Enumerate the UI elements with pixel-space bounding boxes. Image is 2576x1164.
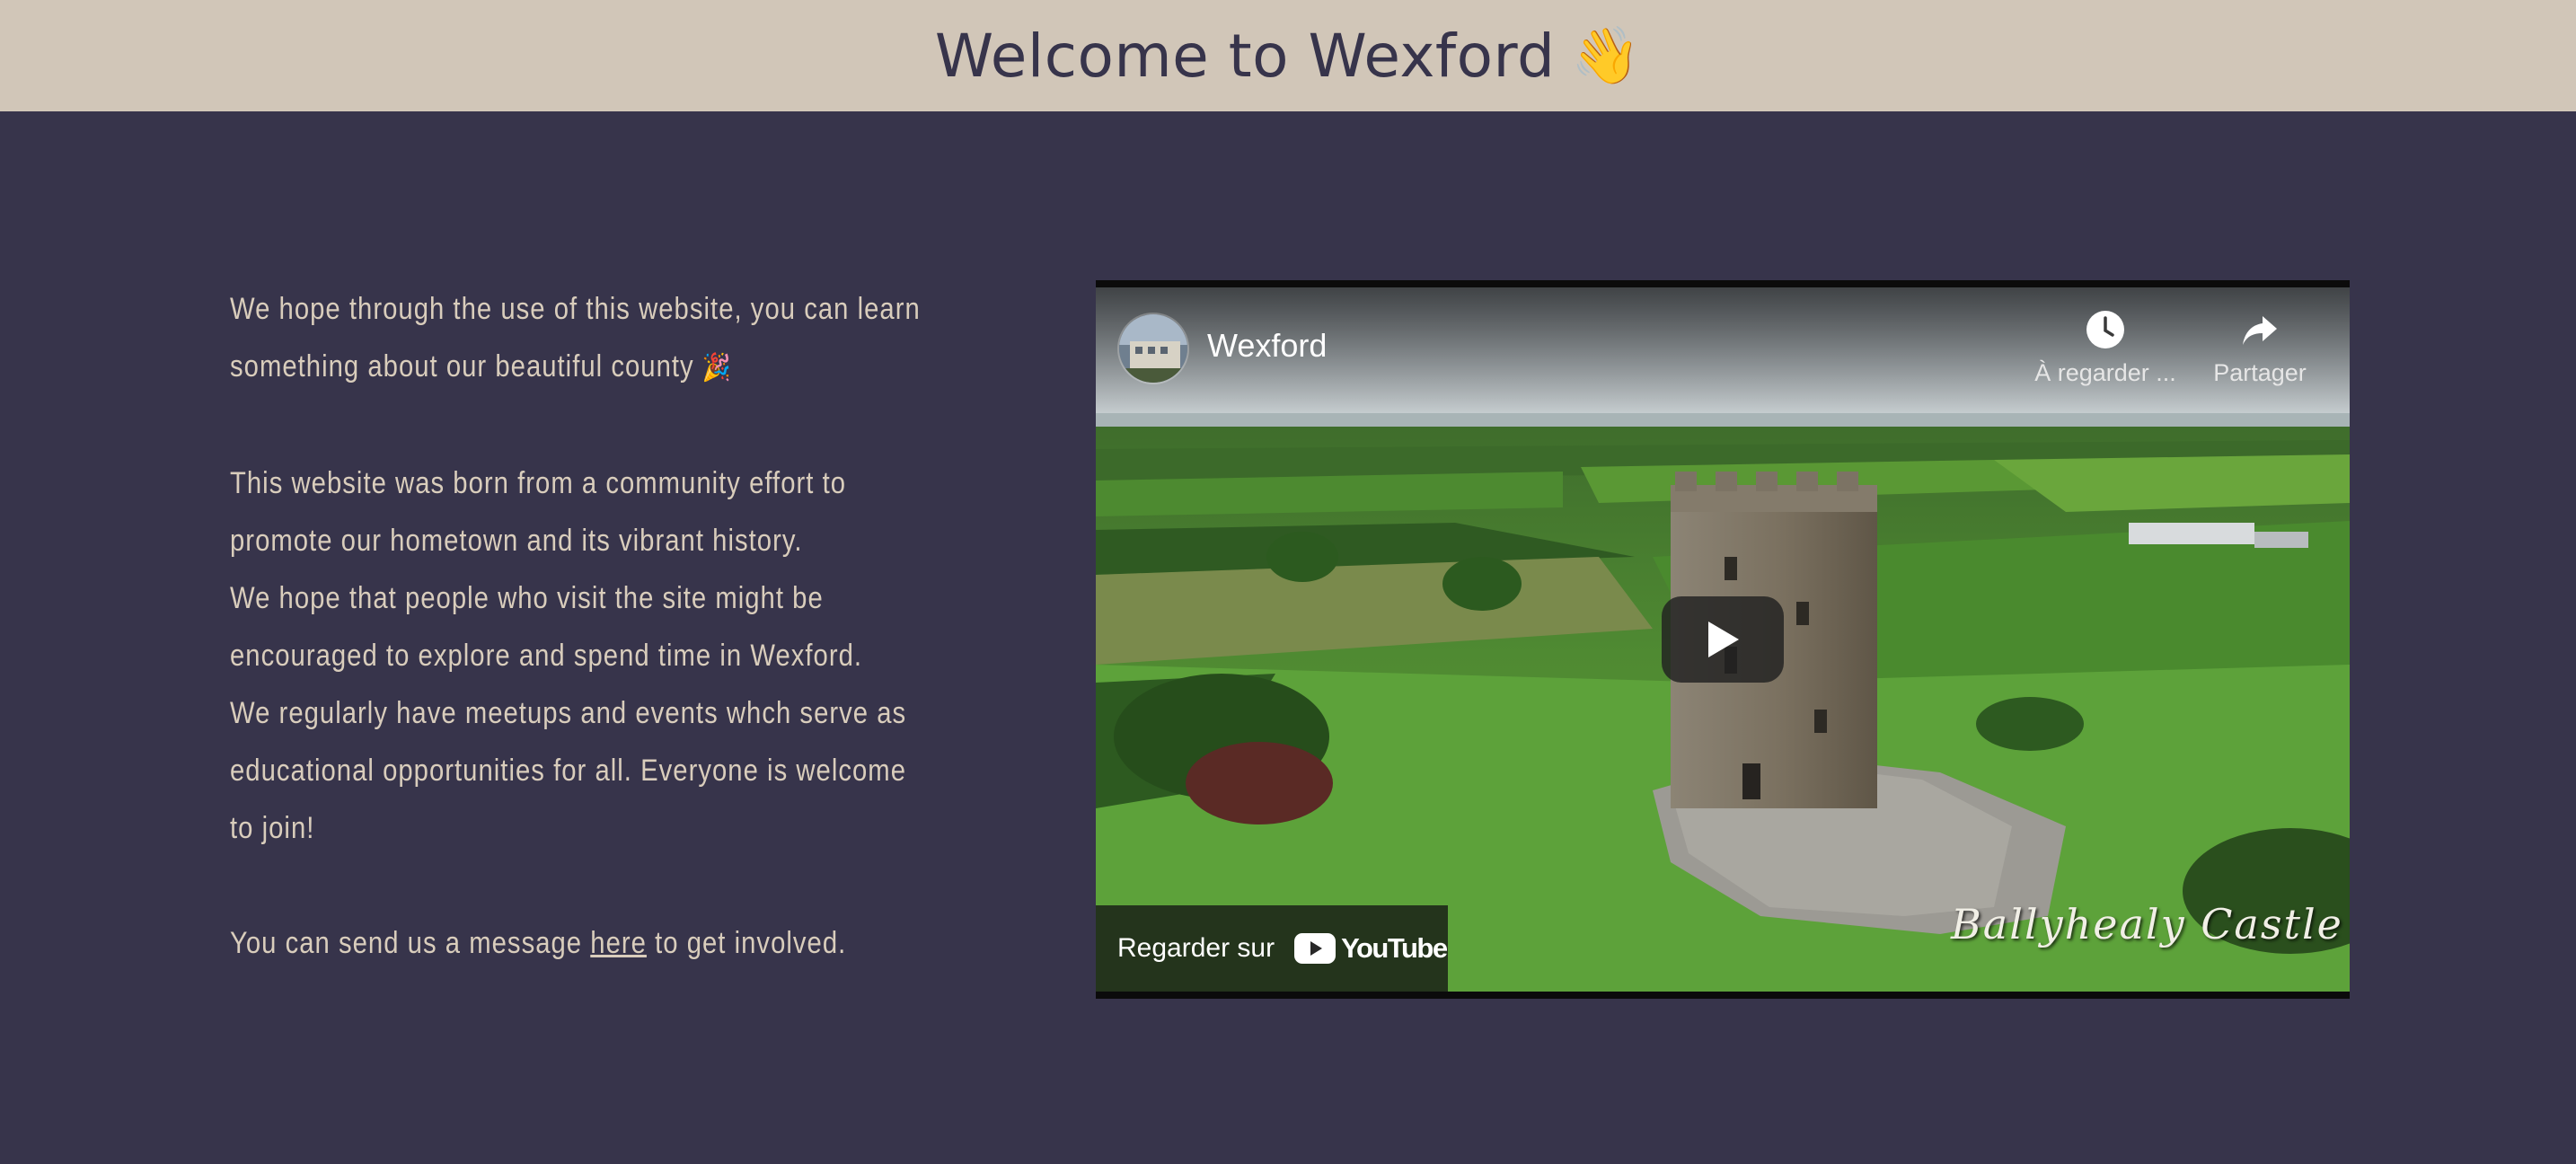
video-overlay-caption: Ballyhealy Castle [1951,900,2343,948]
clock-icon [2086,311,2124,348]
share-label: Partager [2213,359,2307,386]
play-button[interactable] [1662,596,1784,683]
share-arrow-icon [2243,316,2277,345]
party-popper-icon: 🎉 [701,353,733,383]
page-title: Welcome to Wexford 👋 [935,22,1641,91]
contact-here-link[interactable]: here [590,926,647,960]
intro-paragraph-2a: This website was born from a community e… [230,466,847,558]
contact-paragraph: You can send us a message here to get in… [230,914,925,972]
contact-text-before: You can send us a message [230,926,583,960]
play-icon [1708,622,1739,657]
contact-text-after: to get involved. [655,926,847,960]
youtube-video-embed[interactable]: Wexford À regarder ... Partager Ballyhea… [1096,280,2350,999]
waving-hand-icon: 👋 [1571,22,1642,88]
youtube-wordmark: YouTube [1341,932,1448,964]
share-button[interactable]: Partager [2179,309,2341,387]
channel-avatar[interactable] [1117,313,1189,384]
video-top-bar: Wexford À regarder ... Partager [1096,287,2350,413]
youtube-logo-icon [1294,933,1337,964]
youtube-logo: YouTube [1294,932,1448,965]
site-header: Welcome to Wexford 👋 [0,0,2576,111]
page-title-text: Welcome to Wexford [934,21,1556,91]
intro-text: We hope through the use of this website,… [230,280,925,972]
watch-later-label: À regarder ... [2034,359,2176,386]
intro-paragraph-1-text: We hope through the use of this website,… [230,292,921,384]
watch-later-button[interactable]: À regarder ... [2025,309,2186,387]
watch-on-youtube-button[interactable]: Regarder sur YouTube [1096,905,1448,992]
intro-paragraph-2c: We regularly have meetups and events whc… [230,696,907,845]
video-channel-title[interactable]: Wexford [1207,327,1327,365]
intro-paragraph-2b: We hope that people who visit the site m… [230,581,863,673]
watch-on-label: Regarder sur [1117,933,1275,963]
intro-paragraph-1: We hope through the use of this website,… [230,280,925,397]
channel-avatar-image [1119,314,1187,383]
